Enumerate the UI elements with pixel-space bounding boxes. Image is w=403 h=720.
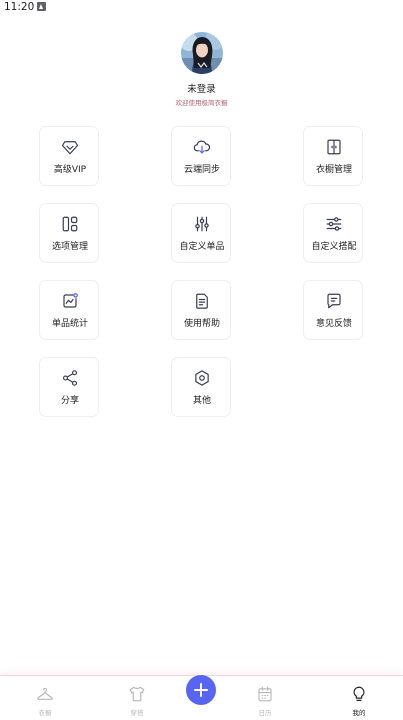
cloud-sync-icon	[193, 140, 211, 154]
feedback-card[interactable]: 意见反馈	[303, 280, 363, 340]
tab-wardrobe[interactable]: 衣橱	[25, 676, 65, 720]
tab-calendar[interactable]: 日历	[245, 676, 285, 720]
custom-outfit-label: 自定义搭配	[311, 242, 357, 252]
status-time: 11:20	[4, 1, 35, 13]
notification-icon	[37, 2, 46, 11]
stats-card[interactable]: 单品统计	[39, 280, 99, 340]
tab-calendar-label: 日历	[258, 709, 272, 717]
settings-icon	[195, 370, 209, 386]
wardrobe-card[interactable]: 衣橱管理	[303, 126, 363, 186]
tab-me-label: 我的	[352, 709, 366, 717]
help-card[interactable]: 使用帮助	[171, 280, 231, 340]
document-icon	[196, 293, 208, 309]
tshirt-icon	[129, 686, 145, 702]
lightbulb-icon	[353, 686, 365, 701]
add-button[interactable]	[186, 675, 216, 705]
status-bar: 11:20	[0, 0, 403, 14]
feedback-label: 意见反馈	[315, 319, 352, 329]
message-icon	[327, 293, 341, 309]
stats-label: 单品统计	[51, 319, 88, 329]
cloud-sync-card[interactable]: 云端同步	[171, 126, 231, 186]
diamond-icon	[61, 141, 79, 155]
vertical-sliders-icon	[195, 216, 209, 232]
custom-outfit-card[interactable]: 自定义搭配	[303, 203, 363, 263]
custom-item-label: 自定义单品	[179, 242, 225, 252]
welcome-text: 欢迎使用极简衣橱	[175, 99, 228, 107]
share-icon	[62, 370, 78, 386]
username[interactable]: 未登录	[0, 81, 403, 95]
share-label: 分享	[60, 396, 79, 406]
wardrobe-label: 衣橱管理	[315, 165, 352, 175]
chart-icon	[63, 293, 78, 308]
avatar[interactable]	[181, 32, 223, 74]
tab-outfits-label: 穿搭	[130, 709, 144, 717]
calendar-icon	[258, 686, 272, 702]
tab-outfits[interactable]: 穿搭	[117, 676, 157, 720]
vip-card[interactable]: 高级VIP	[39, 126, 99, 186]
tab-wardrobe-label: 衣橱	[38, 709, 52, 717]
avatar-photo-icon	[181, 32, 223, 74]
tab-me[interactable]: 我的	[339, 676, 379, 720]
cloud-sync-label: 云端同步	[183, 165, 220, 175]
hanger-icon	[37, 687, 53, 700]
options-card[interactable]: 选项管理	[39, 203, 99, 263]
other-card[interactable]: 其他	[171, 357, 231, 417]
profile-screen: 11:20 未登录 欢迎使用极简衣橱 高级VIP 云端同步 衣橱管理 选项管理 …	[0, 0, 403, 720]
horizontal-sliders-icon	[326, 217, 342, 231]
wardrobe-icon	[327, 139, 341, 155]
share-card[interactable]: 分享	[39, 357, 99, 417]
custom-item-card[interactable]: 自定义单品	[171, 203, 231, 263]
help-label: 使用帮助	[183, 319, 220, 329]
other-label: 其他	[192, 396, 211, 406]
layout-icon	[62, 216, 78, 232]
options-label: 选项管理	[51, 242, 88, 252]
vip-label: 高级VIP	[53, 165, 87, 175]
